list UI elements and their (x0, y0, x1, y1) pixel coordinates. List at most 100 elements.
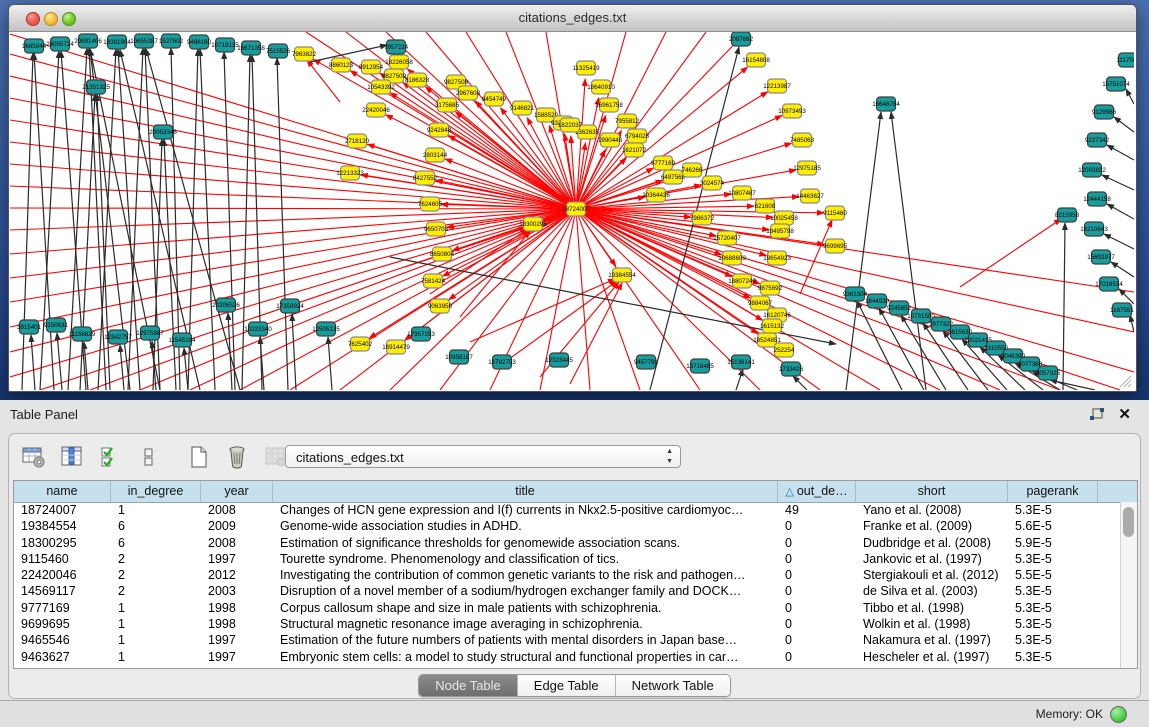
row-height-button[interactable] (135, 443, 163, 471)
graph-node[interactable]: 9115460 (823, 206, 847, 220)
graph-node[interactable]: 18807249 (728, 274, 756, 288)
table-vertical-scrollbar[interactable] (1120, 502, 1137, 668)
table-row[interactable]: 2242004622012Investigating the contribut… (14, 567, 1121, 583)
graph-node[interactable]: 7986372 (690, 211, 715, 225)
graph-node[interactable]: 9466160 (187, 35, 212, 49)
graph-node[interactable]: 15751074 (1102, 77, 1130, 91)
graph-node[interactable]: 2967608 (456, 86, 481, 100)
column-header-in_degree[interactable]: in_degree (111, 481, 201, 502)
graph-node[interactable]: 16154808 (742, 53, 770, 67)
graph-node[interactable]: 6794028 (625, 129, 650, 143)
table-selector-dropdown[interactable]: citations_edges.txt ▲▼ (285, 445, 681, 468)
graph-node[interactable]: 8650804 (430, 247, 455, 261)
window-resize-grip[interactable] (1118, 374, 1132, 388)
graph-node[interactable]: 1117501 (1116, 53, 1134, 67)
graph-node[interactable]: 12213323 (336, 166, 364, 180)
graph-node[interactable]: 1844930 (865, 294, 890, 308)
graph-node[interactable]: 24055724 (46, 37, 74, 51)
graph-node[interactable]: 252254 (774, 343, 795, 357)
scrollbar-thumb[interactable] (1123, 507, 1134, 537)
network-window[interactable]: citations_edges.txt 18724007183002958860… (8, 4, 1137, 392)
graph-node[interactable]: 16914479 (382, 340, 410, 354)
graph-node[interactable]: 9699695 (823, 239, 848, 253)
graph-node[interactable]: 7515526 (266, 44, 291, 58)
close-panel-icon[interactable]: ✕ (1118, 405, 1131, 423)
graph-node[interactable]: 3175685 (435, 98, 460, 112)
graph-node[interactable]: 10807487 (728, 186, 756, 200)
graph-node[interactable]: 3915401 (17, 320, 42, 334)
graph-node[interactable]: 12975887 (136, 326, 164, 340)
graph-node[interactable]: 2057925 (1036, 366, 1061, 380)
tab-edge-table[interactable]: Edge Table (518, 675, 616, 696)
graph-node[interactable]: 19384554 (608, 268, 636, 282)
table-row[interactable]: 1456911722003Disruption of a novel membe… (14, 583, 1121, 599)
graph-node[interactable]: 9150631 (44, 318, 69, 332)
network-window-titlebar[interactable]: citations_edges.txt (9, 5, 1136, 32)
graph-node[interactable]: 1990448 (598, 133, 623, 147)
column-header-title[interactable]: title (273, 481, 778, 502)
graph-node[interactable]: 2087682 (729, 32, 754, 46)
graph-node[interactable]: 12505135 (312, 322, 340, 336)
citation-network-graph[interactable]: 1872400718300295886012389129541822605898… (10, 32, 1134, 390)
graph-node[interactable]: 20691406 (74, 34, 102, 48)
graph-node[interactable]: 17957253 (407, 327, 435, 341)
float-panel-icon[interactable] (1089, 407, 1105, 423)
column-header-short[interactable]: short (856, 481, 1008, 502)
table-row[interactable]: 969969511998Structural magnetic resonanc… (14, 616, 1121, 632)
graph-node[interactable]: 9063956 (428, 299, 453, 313)
graph-node[interactable]: 746266 (682, 163, 703, 177)
graph-node[interactable]: 621608 (755, 199, 776, 213)
select-columns-button[interactable] (97, 443, 125, 471)
table-row[interactable]: 1872400712008Changes of HCN gene express… (14, 502, 1121, 518)
graph-node[interactable]: 16961758 (595, 98, 623, 112)
graph-node[interactable]: 1733426 (779, 362, 804, 376)
column-header-year[interactable]: year (201, 481, 273, 502)
graph-node[interactable]: 1615132 (760, 319, 785, 333)
graph-node[interactable]: 8215958 (1055, 208, 1080, 222)
column-header-name[interactable]: name (14, 481, 111, 502)
graph-node[interactable]: 10688609 (718, 251, 746, 265)
graph-node[interactable]: 8912954 (359, 60, 384, 74)
graph-node[interactable]: 9361504 (843, 287, 868, 301)
graph-node[interactable]: 3024574 (700, 176, 725, 190)
graph-node[interactable]: 12213987 (763, 79, 791, 93)
graph-node[interactable]: 12323445 (545, 353, 573, 367)
graph-node[interactable]: 7625402 (348, 337, 373, 351)
table-row[interactable]: 911546021997Tourette syndrome. Phenomeno… (14, 551, 1121, 567)
graph-node[interactable]: 1621072 (622, 143, 647, 157)
create-table-button[interactable] (185, 443, 213, 471)
tab-node-table[interactable]: Node Table (419, 675, 518, 696)
table-row[interactable]: 1938455462009Genome-wide association stu… (14, 518, 1121, 534)
graph-node[interactable]: 12975185 (793, 161, 821, 175)
graph-node[interactable]: 10025458 (770, 211, 798, 225)
graph-node[interactable]: 18495798 (766, 224, 794, 238)
table-row[interactable]: 946554611997Estimation of the future num… (14, 632, 1121, 648)
graph-node[interactable]: 2803144 (423, 148, 448, 162)
graph-node[interactable]: 16648784 (872, 97, 900, 111)
graph-node[interactable]: 9146821 (510, 101, 535, 115)
graph-node[interactable]: 19654923 (763, 251, 791, 265)
graph-node[interactable]: 13718485 (686, 359, 714, 373)
graph-node[interactable]: 7963822 (292, 47, 317, 61)
graph-node[interactable]: 9457791 (634, 355, 659, 369)
column-header-out_de[interactable]: △out_de… (778, 481, 856, 502)
graph-node[interactable]: 9227342 (1085, 133, 1110, 147)
table-mode-button[interactable] (20, 443, 48, 471)
graph-node[interactable]: 21351325 (82, 80, 110, 94)
table-row[interactable]: 946362711997Embryonic stem cells: a mode… (14, 649, 1121, 665)
graph-node[interactable]: 9777169 (651, 156, 676, 170)
graph-node[interactable]: 2718120 (345, 134, 370, 148)
column-header-pagerank[interactable]: pagerank (1008, 481, 1098, 502)
graph-node[interactable]: 8186328 (405, 73, 430, 87)
graph-node[interactable]: 11156829 (69, 327, 96, 341)
graph-node[interactable]: 9650703 (424, 222, 449, 236)
tab-network-table[interactable]: Network Table (616, 675, 730, 696)
graph-node[interactable]: 1822037 (558, 118, 583, 132)
graph-node[interactable]: 11325419 (572, 61, 600, 75)
graph-node[interactable]: 8454749 (482, 92, 507, 106)
table-row[interactable]: 1830029562008Estimation of significance … (14, 535, 1121, 551)
graph-node[interactable]: 7624605 (418, 197, 443, 211)
graph-node[interactable]: 9129966 (1092, 105, 1117, 119)
graph-node[interactable]: 14463627 (796, 189, 824, 203)
graph-node[interactable]: 18381904 (103, 35, 131, 49)
